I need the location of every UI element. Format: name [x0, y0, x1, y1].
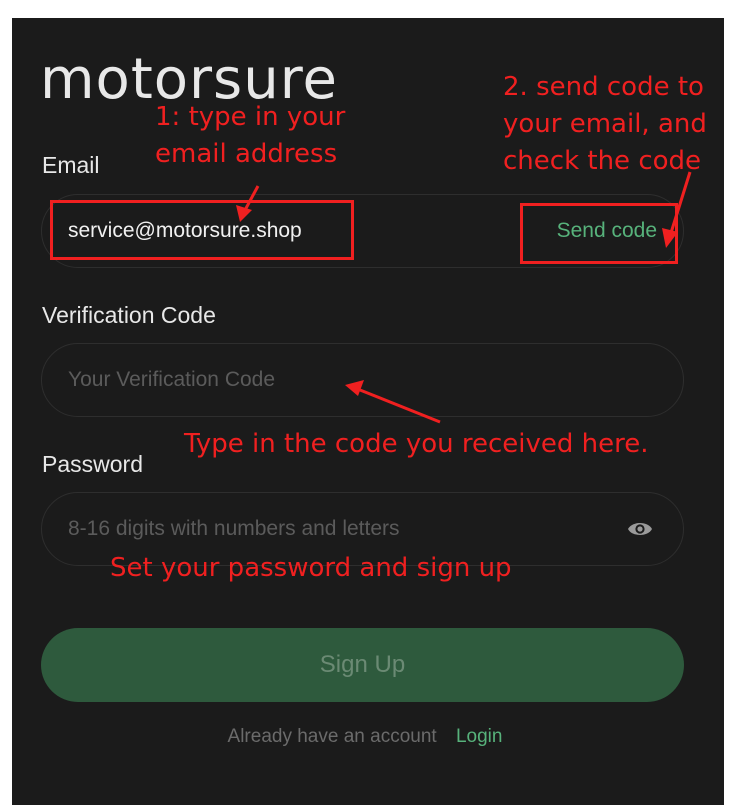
annotation-step2-line3: check the code: [503, 146, 702, 176]
login-link[interactable]: Login: [456, 726, 503, 747]
annotation-step2-line2: your email, and: [503, 109, 707, 139]
annotation-password-hint: Set your password and sign up: [110, 553, 512, 583]
verification-code-field[interactable]: Your Verification Code: [41, 343, 684, 417]
annotation-step1-line1: 1: type in your: [155, 102, 346, 132]
email-label: Email: [42, 152, 100, 178]
verification-code-placeholder: Your Verification Code: [68, 368, 276, 391]
eye-icon[interactable]: [627, 520, 653, 538]
annotation-code-hint: Type in the code you received here.: [184, 429, 649, 459]
already-have-account-text: Already have an account: [227, 726, 437, 747]
send-code-highlight-box: [520, 203, 678, 264]
annotation-step2-line1: 2. send code to: [503, 72, 704, 102]
password-label: Password: [42, 451, 143, 477]
password-placeholder: 8-16 digits with numbers and letters: [68, 517, 400, 540]
sign-up-button[interactable]: Sign Up: [41, 628, 684, 702]
annotation-step1-line2: email address: [155, 139, 338, 169]
email-highlight-box: [50, 200, 354, 260]
verification-code-label: Verification Code: [42, 302, 216, 328]
footer: Already have an account Login: [0, 726, 730, 748]
